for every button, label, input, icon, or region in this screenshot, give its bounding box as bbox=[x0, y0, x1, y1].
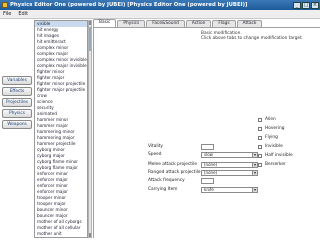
melee-select[interactable]: (none) ▾ bbox=[201, 162, 258, 168]
app-icon bbox=[2, 2, 8, 8]
physics-button[interactable]: Physics bbox=[2, 109, 32, 118]
melee-label: Melee attack projectile bbox=[148, 162, 197, 167]
speed-value: slow bbox=[204, 152, 213, 157]
vitality-row: Vitality bbox=[148, 144, 258, 150]
tab-attack[interactable]: Attack bbox=[236, 20, 263, 27]
menu-file[interactable]: File bbox=[3, 11, 11, 17]
frequency-input[interactable] bbox=[201, 178, 214, 184]
checkbox-hovering[interactable]: Hovering bbox=[258, 124, 318, 133]
carrying-select[interactable]: knife ▾ bbox=[201, 187, 258, 193]
frequency-label: Attack frequency bbox=[148, 178, 185, 183]
chevron-down-icon[interactable]: ▾ bbox=[252, 163, 257, 167]
checkbox-flying[interactable]: Flying bbox=[258, 133, 318, 142]
chevron-down-icon[interactable]: ▾ bbox=[252, 188, 257, 192]
projectiles-button[interactable]: Projectiles bbox=[2, 98, 32, 107]
checkbox-icon[interactable] bbox=[258, 135, 262, 140]
list-item[interactable]: mother unit bbox=[35, 231, 87, 237]
minimize-button[interactable]: _ bbox=[293, 1, 301, 9]
close-button[interactable]: × bbox=[311, 1, 319, 9]
vitality-label: Vitality bbox=[148, 144, 163, 149]
speed-row: Speed slow ▾ bbox=[148, 152, 268, 158]
left-button-panel: Variables Effects Projectiles Physics We… bbox=[2, 76, 32, 131]
checkbox-label: Invisible bbox=[265, 144, 283, 149]
tab-flags[interactable]: Flags bbox=[212, 20, 236, 27]
description-line2: Click above tabs to change modification … bbox=[201, 36, 304, 41]
monster-list[interactable]: visible hit energy hit images hit emitte… bbox=[34, 20, 88, 238]
ranged-row: Ranged attack projectile (none) ▾ bbox=[148, 170, 268, 176]
scroll-down-icon[interactable] bbox=[89, 233, 91, 237]
ranged-value: (none) bbox=[204, 170, 218, 175]
maximize-button[interactable]: □ bbox=[302, 1, 310, 9]
checkbox-label: Flying bbox=[265, 135, 278, 140]
menu-edit[interactable]: Edit bbox=[18, 11, 28, 17]
checkbox-invisible[interactable]: Invisible bbox=[258, 142, 318, 151]
speed-label: Speed bbox=[148, 152, 162, 157]
checkbox-icon[interactable] bbox=[258, 117, 262, 122]
checkbox-half-invisible[interactable]: Half invisible bbox=[258, 151, 318, 160]
melee-row: Melee attack projectile (none) ▾ bbox=[148, 162, 268, 168]
tab-action[interactable]: Action bbox=[185, 20, 212, 27]
chevron-down-icon[interactable]: ▾ bbox=[252, 153, 257, 157]
checkbox-icon[interactable] bbox=[258, 144, 262, 149]
menu-bar: File Edit bbox=[0, 10, 320, 19]
checkbox-alien[interactable]: Alien bbox=[258, 115, 318, 124]
chevron-down-icon[interactable]: ▾ bbox=[252, 171, 257, 175]
checkbox-label: Berserker bbox=[265, 162, 286, 167]
weapons-button[interactable]: Weapons bbox=[2, 120, 32, 129]
vitality-input[interactable] bbox=[201, 144, 214, 150]
tab-physics[interactable]: Physics bbox=[117, 20, 146, 27]
scroll-up-icon[interactable] bbox=[89, 21, 91, 25]
tab-face-sound[interactable]: Face&Sound bbox=[146, 20, 185, 27]
list-scrollbar[interactable] bbox=[88, 20, 92, 238]
ranged-label: Ranged attack projectile bbox=[148, 170, 201, 175]
carrying-row: Carrying Item knife ▾ bbox=[148, 187, 268, 193]
flags-checkbox-group: Alien Hovering Flying Invisible Half inv… bbox=[258, 115, 318, 169]
speed-select[interactable]: slow ▾ bbox=[201, 152, 258, 158]
title-bar: Physics Editor One (powered by JUBEI) [P… bbox=[0, 0, 320, 10]
carrying-value: knife bbox=[204, 187, 214, 192]
tab-basic[interactable]: Basic bbox=[93, 19, 117, 27]
checkbox-label: Hovering bbox=[265, 126, 285, 131]
effects-button[interactable]: Effects bbox=[2, 87, 32, 96]
ranged-select[interactable]: (none) ▾ bbox=[201, 170, 258, 176]
checkbox-icon[interactable] bbox=[258, 162, 262, 167]
checkbox-icon[interactable] bbox=[258, 153, 262, 158]
tab-bar: Basic Physics Face&Sound Action Flags At… bbox=[93, 19, 320, 28]
scroll-thumb[interactable] bbox=[89, 27, 91, 51]
panel-description: Basic modification. Click above tabs to … bbox=[201, 31, 303, 41]
melee-value: (none) bbox=[204, 162, 218, 167]
checkbox-icon[interactable] bbox=[258, 126, 262, 131]
variables-button[interactable]: Variables bbox=[2, 76, 32, 85]
frequency-row: Attack frequency bbox=[148, 178, 258, 184]
carrying-label: Carrying Item bbox=[148, 187, 178, 192]
checkbox-label: Half invisible bbox=[265, 153, 293, 158]
window-title: Physics Editor One (powered by JUBEI) [P… bbox=[10, 2, 248, 8]
checkbox-label: Alien bbox=[265, 117, 276, 122]
checkbox-berserker[interactable]: Berserker bbox=[258, 160, 318, 169]
